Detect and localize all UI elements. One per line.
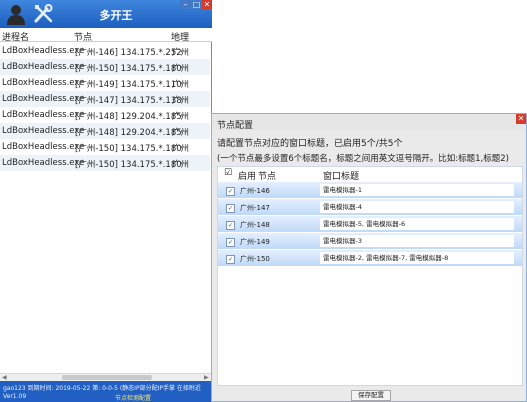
title-bar: 多开王 – □ ✕ bbox=[0, 0, 212, 28]
window-title-input[interactable]: 雷电模拟器-3 bbox=[320, 235, 514, 247]
node-row[interactable]: ✓ 广州-149 雷电模拟器-3 bbox=[218, 233, 522, 250]
version-label: Ver1.09 bbox=[3, 393, 27, 400]
dialog-title: 节点配置 bbox=[217, 121, 254, 131]
column-header-window-title: 窗口标题 bbox=[323, 172, 360, 182]
column-header-node[interactable]: 节点 bbox=[74, 30, 92, 43]
table-row[interactable]: LdBoxHeadless.exe [广州-149] 134.175.*.110… bbox=[0, 75, 210, 91]
location-cell: 广州 bbox=[172, 48, 190, 58]
app-title: 多开王 bbox=[99, 9, 133, 22]
column-header-location[interactable]: 地理 bbox=[171, 30, 189, 43]
node-cell: [广州-146] 134.175.*.252 bbox=[75, 48, 182, 58]
node-cell: [广州-148] 129.204.*.185 bbox=[75, 112, 182, 122]
node-row[interactable]: ✓ 广州-147 雷电模拟器-4 bbox=[218, 199, 522, 216]
tools-icon[interactable] bbox=[33, 4, 55, 24]
node-row[interactable]: ✓ 广州-146 雷电模拟器-1 bbox=[218, 182, 522, 199]
node-cell: [广州-148] 129.204.*.185 bbox=[75, 128, 182, 138]
table-row[interactable]: LdBoxHeadless.exe [广州-147] 134.175.*.138… bbox=[0, 91, 210, 107]
table-row[interactable]: LdBoxHeadless.exe [广州-146] 134.175.*.252… bbox=[0, 43, 210, 59]
node-row[interactable]: ✓ 广州-150 雷电模拟器-2, 雷电模拟器-7, 雷电模拟器-8 bbox=[218, 250, 522, 267]
window-title-input[interactable]: 雷电模拟器-5, 雷电模拟器-6 bbox=[320, 218, 514, 230]
dialog-description: 请配置节点对应的窗口标题，已启用5个/共5个 bbox=[217, 139, 403, 149]
process-name-cell: LdBoxHeadless.exe bbox=[2, 158, 85, 168]
node-name: 广州-150 bbox=[240, 255, 270, 263]
account-status-text: gao123 到期时间: 2019-05-22 第: 0-0-5 (静态IP部分… bbox=[3, 385, 201, 392]
node-config-dialog: 节点配置 ✕ 请配置节点对应的窗口标题，已启用5个/共5个 (一个节点最多设置6… bbox=[211, 113, 527, 402]
window-title-input[interactable]: 雷电模拟器-1 bbox=[320, 184, 514, 196]
node-row[interactable]: ✓ 广州-148 雷电模拟器-5, 雷电模拟器-6 bbox=[218, 216, 522, 233]
node-name: 广州-149 bbox=[240, 238, 270, 246]
enable-checkbox[interactable]: ✓ bbox=[226, 255, 235, 264]
column-header-process[interactable]: 进程名 bbox=[2, 30, 29, 43]
save-config-button[interactable]: 保存配置 bbox=[351, 390, 391, 401]
process-name-cell: LdBoxHeadless.exe bbox=[2, 46, 85, 56]
enable-checkbox[interactable]: ✓ bbox=[226, 238, 235, 247]
node-name: 广州-148 bbox=[240, 221, 270, 229]
table-row[interactable]: LdBoxHeadless.exe [广州-150] 134.175.*.180… bbox=[0, 59, 210, 75]
node-cell: [广州-147] 134.175.*.138 bbox=[75, 96, 182, 106]
node-check-link[interactable]: 节点检测配置 bbox=[115, 393, 151, 402]
node-name: 广州-147 bbox=[240, 204, 270, 212]
node-cell: [广州-150] 134.175.*.180 bbox=[75, 144, 182, 154]
node-table-header: ☑ 启用 节点 窗口标题 bbox=[218, 167, 522, 182]
location-cell: 广州 bbox=[172, 128, 190, 138]
dialog-hint: (一个节点最多设置6个标题名，标题之间用英文逗号隔开。比如:标题1,标题2) bbox=[217, 154, 509, 164]
process-name-cell: LdBoxHeadless.exe bbox=[2, 126, 85, 136]
location-cell: 广州 bbox=[172, 96, 190, 106]
scrollbar-thumb[interactable] bbox=[62, 375, 152, 380]
maximize-button[interactable]: □ bbox=[191, 0, 202, 9]
window-title-input[interactable]: 雷电模拟器-2, 雷电模拟器-7, 雷电模拟器-8 bbox=[320, 252, 514, 264]
table-row[interactable]: LdBoxHeadless.exe [广州-148] 129.204.*.185… bbox=[0, 123, 210, 139]
process-name-cell: LdBoxHeadless.exe bbox=[2, 78, 85, 88]
column-header-node: 节点 bbox=[258, 172, 277, 182]
select-all-checkbox[interactable]: ☑ bbox=[224, 168, 232, 178]
process-table-header: 进程名 节点 地理 bbox=[0, 28, 212, 43]
node-name: 广州-146 bbox=[240, 187, 270, 195]
minimize-button[interactable]: – bbox=[180, 0, 191, 9]
node-table: ☑ 启用 节点 窗口标题 ✓ 广州-146 雷电模拟器-1 ✓ 广州-147 雷… bbox=[217, 166, 523, 386]
location-cell: 广州 bbox=[172, 144, 190, 154]
status-bar: gao123 到期时间: 2019-05-22 第: 0-0-5 (静态IP部分… bbox=[0, 381, 212, 402]
location-cell: 广州 bbox=[172, 112, 190, 122]
process-name-cell: LdBoxHeadless.exe bbox=[2, 142, 85, 152]
table-row[interactable]: LdBoxHeadless.exe [广州-148] 129.204.*.185… bbox=[0, 107, 210, 123]
table-row[interactable]: LdBoxHeadless.exe [广州-150] 134.175.*.180… bbox=[0, 155, 210, 171]
process-name-cell: LdBoxHeadless.exe bbox=[2, 62, 85, 72]
user-icon[interactable] bbox=[6, 3, 26, 25]
enable-checkbox[interactable]: ✓ bbox=[226, 187, 235, 196]
node-cell: [广州-150] 134.175.*.180 bbox=[75, 64, 182, 74]
location-cell: 广州 bbox=[172, 80, 190, 90]
node-cell: [广州-150] 134.175.*.180 bbox=[75, 160, 182, 170]
column-header-enable: 启用 bbox=[238, 172, 257, 182]
close-button[interactable]: ✕ bbox=[202, 0, 212, 9]
process-name-cell: LdBoxHeadless.exe bbox=[2, 94, 85, 104]
enable-checkbox[interactable]: ✓ bbox=[226, 221, 235, 230]
process-name-cell: LdBoxHeadless.exe bbox=[2, 110, 85, 120]
table-row[interactable]: LdBoxHeadless.exe [广州-150] 134.175.*.180… bbox=[0, 139, 210, 155]
node-cell: [广州-149] 134.175.*.110 bbox=[75, 80, 182, 90]
enable-checkbox[interactable]: ✓ bbox=[226, 204, 235, 213]
dialog-title-bar: 节点配置 ✕ bbox=[212, 114, 526, 131]
main-window: 多开王 – □ ✕ 进程名 节点 地理 LdBoxHeadless.exe [广… bbox=[0, 0, 212, 402]
location-cell: 广州 bbox=[172, 64, 190, 74]
window-title-input[interactable]: 雷电模拟器-4 bbox=[320, 201, 514, 213]
location-cell: 广州 bbox=[172, 160, 190, 170]
dialog-close-button[interactable]: ✕ bbox=[516, 114, 526, 124]
